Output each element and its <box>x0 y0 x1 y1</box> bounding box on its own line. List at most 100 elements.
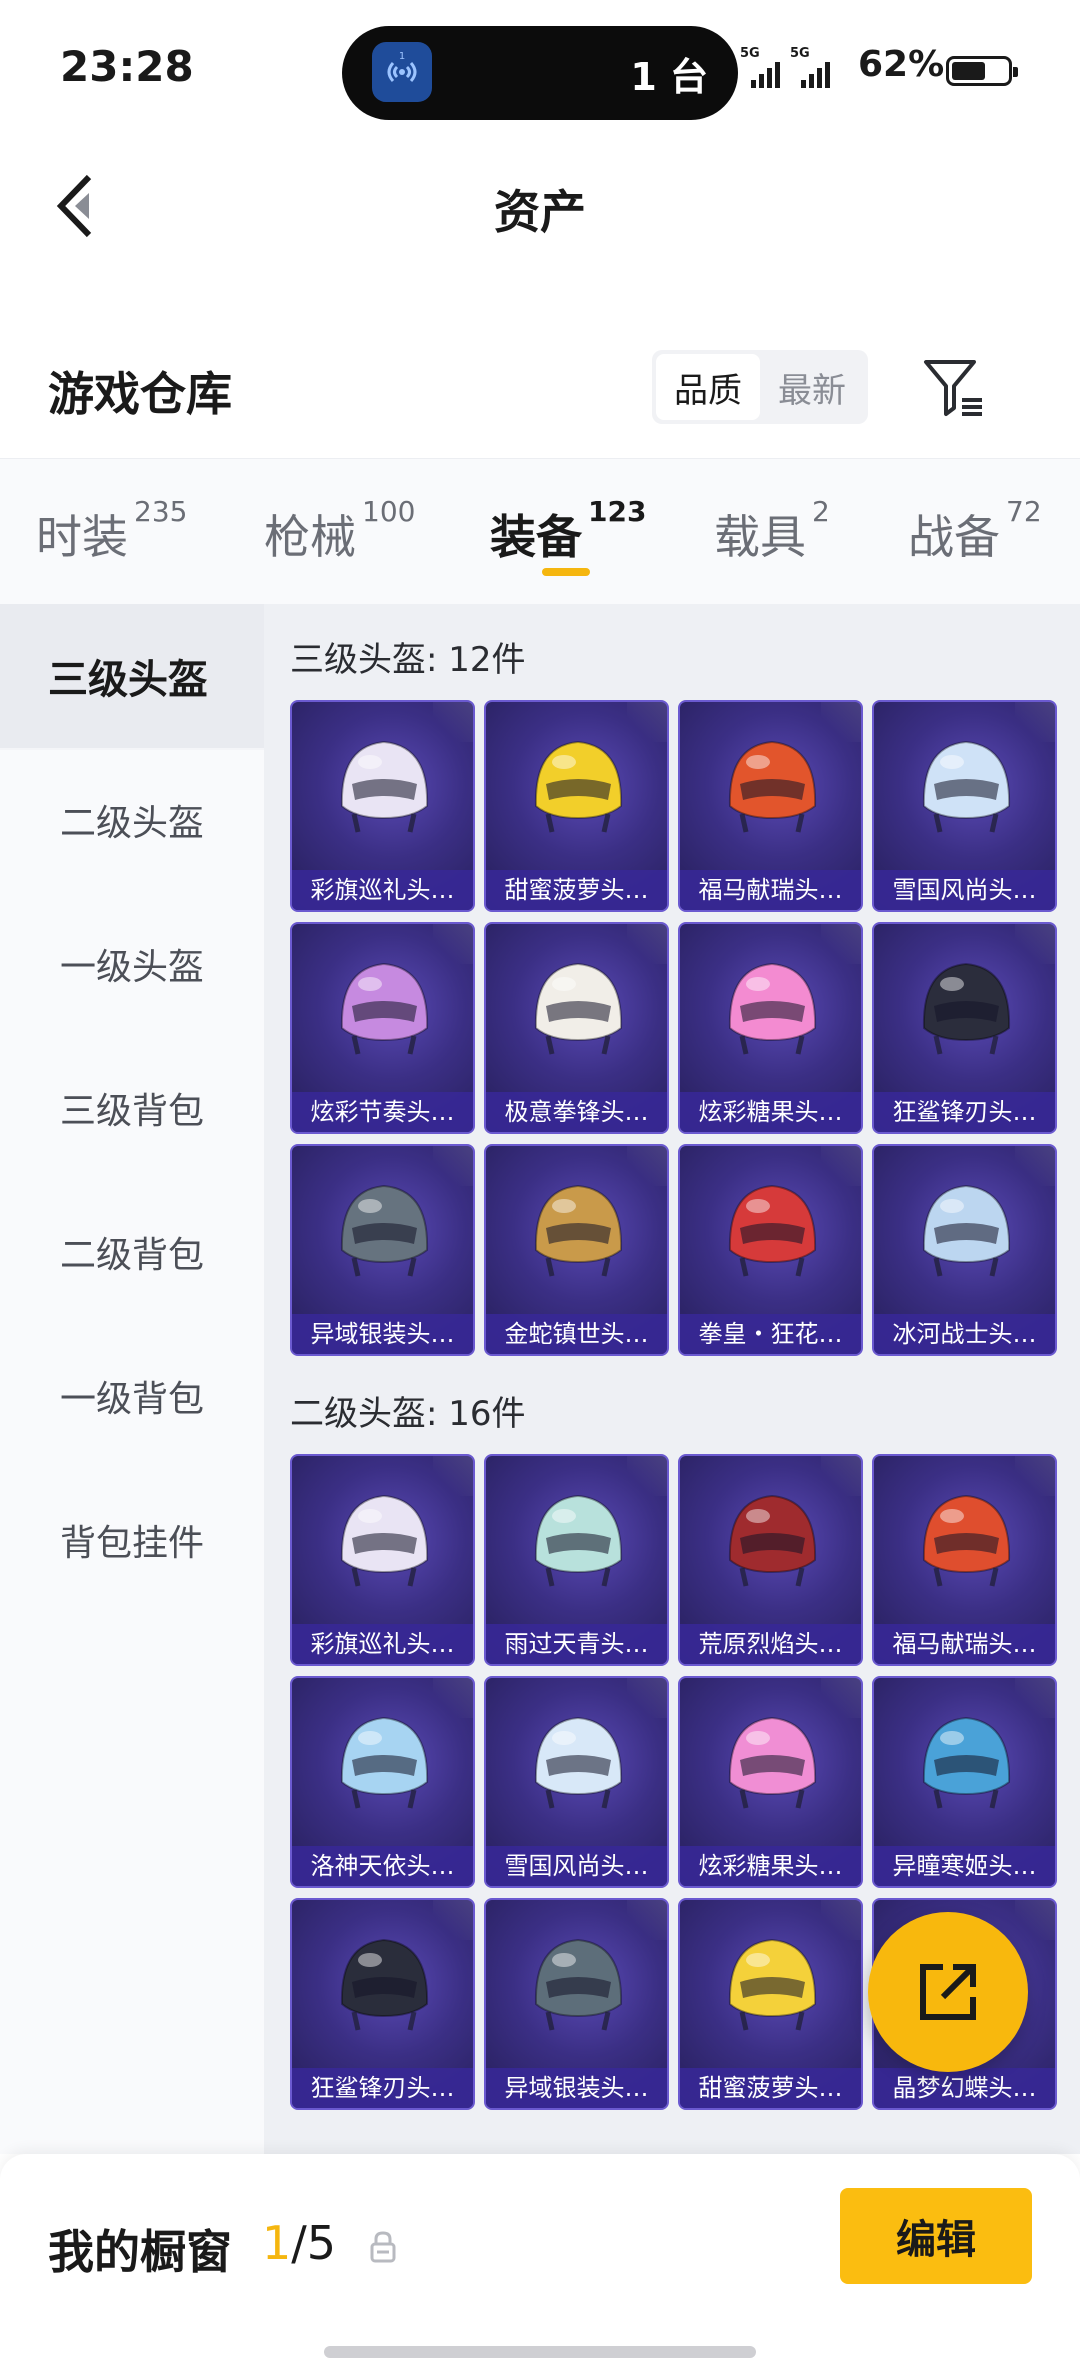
helmet-icon <box>534 1494 623 1587</box>
sidebar-item-level1-helmet[interactable]: 一级头盔 <box>0 892 264 1036</box>
tab-equipment[interactable]: 装备 123 <box>490 495 646 567</box>
item-card[interactable]: 异域银装头… <box>290 1144 475 1356</box>
helmet-icon <box>922 1716 1011 1809</box>
sidebar-item-level3-backpack[interactable]: 三级背包 <box>0 1036 264 1180</box>
status-bar: 23:28 1 1 台 5G 5G 62% <box>0 0 1080 140</box>
item-card[interactable]: 彩旗巡礼头… <box>290 1454 475 1666</box>
item-card[interactable]: 甜蜜菠萝头… <box>484 700 669 912</box>
page-title: 资产 <box>494 185 586 239</box>
showcase-label: 我的橱窗 <box>48 2225 232 2279</box>
item-name: 炫彩糖果头… <box>680 1846 861 1886</box>
item-card[interactable]: 炫彩糖果头… <box>678 1676 863 1888</box>
sidebar-item-level3-helmet[interactable]: 三级头盔 <box>0 604 264 748</box>
battery-percent: 62% <box>858 44 945 85</box>
item-name: 彩旗巡礼头… <box>292 1624 473 1664</box>
item-name: 炫彩节奏头… <box>292 1092 473 1132</box>
share-button[interactable] <box>868 1912 1028 2072</box>
item-card[interactable]: 荒原烈焰头… <box>678 1454 863 1666</box>
item-card[interactable]: 金蛇镇世头… <box>484 1144 669 1356</box>
sidebar-item-backpack-pendant[interactable]: 背包挂件 <box>0 1468 264 1612</box>
item-name: 狂鲨锋刃头… <box>292 2068 473 2108</box>
item-name: 彩旗巡礼头… <box>292 870 473 910</box>
group-title: 二级头盔: 16件 <box>290 1394 526 1434</box>
helmet-icon <box>340 962 429 1055</box>
showcase-count: 1/5 <box>262 2216 337 2270</box>
item-name: 异瞳寒姬头… <box>874 1846 1055 1886</box>
dynamic-island[interactable]: 1 1 台 <box>342 26 738 120</box>
battery-icon <box>946 56 1018 86</box>
helmet-icon <box>340 1494 429 1587</box>
sort-quality[interactable]: 品质 <box>656 354 760 420</box>
signal-indicators: 5G 5G <box>740 46 830 88</box>
item-card[interactable]: 异域银装头… <box>484 1898 669 2110</box>
helmet-icon <box>728 1716 817 1809</box>
helmet-icon <box>922 740 1011 833</box>
showcase-bar: 我的橱窗 1/5 编辑 <box>0 2154 1080 2376</box>
signal-icon: 5G <box>790 46 830 88</box>
item-card[interactable]: 甜蜜菠萝头… <box>678 1898 863 2110</box>
item-name: 甜蜜菠萝头… <box>680 2068 861 2108</box>
item-card[interactable]: 拳皇・狂花… <box>678 1144 863 1356</box>
signal-icon: 5G <box>740 46 780 88</box>
tab-vehicles[interactable]: 载具 2 <box>714 495 830 567</box>
sidebar-item-level2-backpack[interactable]: 二级背包 <box>0 1180 264 1324</box>
home-indicator <box>324 2346 756 2358</box>
item-name: 荒原烈焰头… <box>680 1624 861 1664</box>
item-name: 拳皇・狂花… <box>680 1314 861 1354</box>
item-card[interactable]: 彩旗巡礼头… <box>290 700 475 912</box>
item-name: 异域银装头… <box>292 1314 473 1354</box>
island-badge: 1 <box>399 51 405 62</box>
item-card[interactable]: 洛神天依头… <box>290 1676 475 1888</box>
helmet-icon <box>922 962 1011 1055</box>
helmet-icon <box>534 740 623 833</box>
item-card[interactable]: 雨过天青头… <box>484 1454 669 1666</box>
helmet-icon <box>340 1938 429 2031</box>
item-card[interactable]: 狂鲨锋刃头… <box>872 922 1057 1134</box>
tab-supplies[interactable]: 战备 72 <box>908 495 1042 567</box>
item-card[interactable]: 福马献瑞头… <box>872 1454 1057 1666</box>
helmet-icon <box>534 1938 623 2031</box>
item-card[interactable]: 雪国风尚头… <box>872 700 1057 912</box>
item-card[interactable]: 极意拳锋头… <box>484 922 669 1134</box>
nav-bar: 资产 <box>0 140 1080 270</box>
broadcast-icon: 1 <box>372 42 432 102</box>
island-text: 1 台 <box>630 55 708 99</box>
warehouse-title: 游戏仓库 <box>48 367 232 421</box>
category-tabs: 时装 235 枪械 100 装备 123 载具 2 战备 72 <box>0 458 1080 604</box>
group-title: 三级头盔: 12件 <box>290 640 526 680</box>
helmet-icon <box>534 1716 623 1809</box>
item-name: 极意拳锋头… <box>486 1092 667 1132</box>
item-card[interactable]: 冰河战士头… <box>872 1144 1057 1356</box>
item-name: 晶梦幻蝶头… <box>874 2068 1055 2108</box>
item-name: 甜蜜菠萝头… <box>486 870 667 910</box>
edit-button[interactable]: 编辑 <box>840 2188 1032 2284</box>
sort-latest[interactable]: 最新 <box>760 354 864 420</box>
item-card[interactable]: 狂鲨锋刃头… <box>290 1898 475 2110</box>
item-card[interactable]: 炫彩节奏头… <box>290 922 475 1134</box>
filter-icon <box>924 360 982 416</box>
filter-button[interactable] <box>920 352 990 422</box>
lock-icon <box>370 2231 396 2263</box>
helmet-icon <box>728 1184 817 1277</box>
item-name: 狂鲨锋刃头… <box>874 1092 1055 1132</box>
item-name: 炫彩糖果头… <box>680 1092 861 1132</box>
item-card[interactable]: 福马献瑞头… <box>678 700 863 912</box>
helmet-icon <box>728 1494 817 1587</box>
item-card[interactable]: 炫彩糖果头… <box>678 922 863 1134</box>
helmet-icon <box>340 1716 429 1809</box>
active-tab-indicator <box>542 568 590 576</box>
helmet-icon <box>922 1184 1011 1277</box>
tab-fashion[interactable]: 时装 235 <box>36 495 187 567</box>
sidebar-item-level1-backpack[interactable]: 一级背包 <box>0 1324 264 1468</box>
item-card[interactable]: 雪国风尚头… <box>484 1676 669 1888</box>
item-name: 福马献瑞头… <box>874 1624 1055 1664</box>
sidebar-item-level2-helmet[interactable]: 二级头盔 <box>0 748 264 892</box>
helmet-icon <box>340 1184 429 1277</box>
helmet-icon <box>728 740 817 833</box>
status-time: 23:28 <box>60 42 194 91</box>
item-name: 冰河战士头… <box>874 1314 1055 1354</box>
helmet-icon <box>728 1938 817 2031</box>
item-name: 洛神天依头… <box>292 1846 473 1886</box>
item-card[interactable]: 异瞳寒姬头… <box>872 1676 1057 1888</box>
tab-weapons[interactable]: 枪械 100 <box>264 495 415 567</box>
